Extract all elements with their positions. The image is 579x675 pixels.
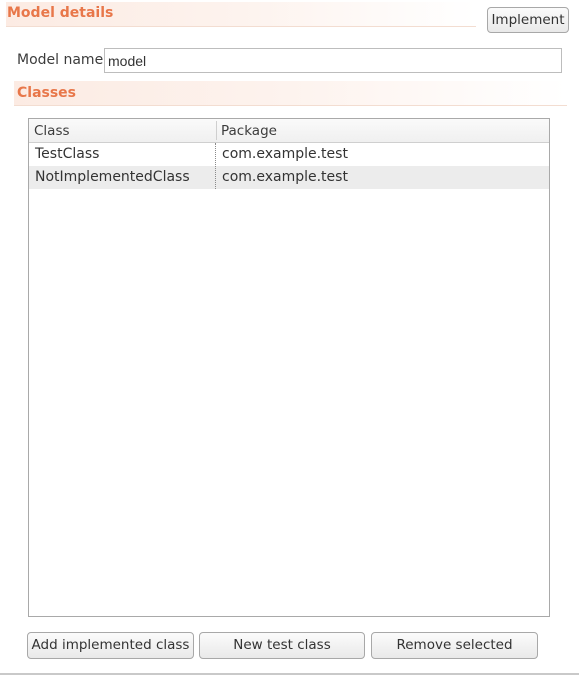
cell-package: com.example.test — [222, 146, 348, 162]
implement-button[interactable]: Implement — [487, 7, 569, 33]
classes-title: Classes — [17, 85, 77, 101]
column-header-package[interactable]: Package — [216, 119, 521, 142]
model-details-title: Model details — [7, 5, 114, 21]
cell-class: NotImplementedClass — [35, 169, 190, 185]
model-name-input[interactable] — [104, 48, 562, 73]
column-separator — [215, 143, 217, 189]
cell-class: TestClass — [35, 146, 100, 162]
table-row[interactable]: NotImplementedClass com.example.test — [29, 166, 549, 189]
classes-table[interactable]: Class Package TestClass com.example.test… — [28, 118, 550, 617]
header-divider[interactable] — [216, 121, 217, 140]
table-row[interactable]: TestClass com.example.test — [29, 143, 549, 166]
classes-header: Classes — [14, 81, 567, 106]
add-implemented-class-button[interactable]: Add implemented class — [27, 632, 194, 659]
new-test-class-button[interactable]: New test class — [199, 632, 365, 659]
model-details-header: Model details — [6, 2, 476, 27]
cell-package: com.example.test — [222, 169, 348, 185]
model-name-label: Model name — [17, 52, 104, 68]
column-header-class[interactable]: Class — [29, 119, 215, 142]
remove-selected-button[interactable]: Remove selected — [371, 632, 538, 659]
table-header: Class Package — [29, 119, 549, 143]
